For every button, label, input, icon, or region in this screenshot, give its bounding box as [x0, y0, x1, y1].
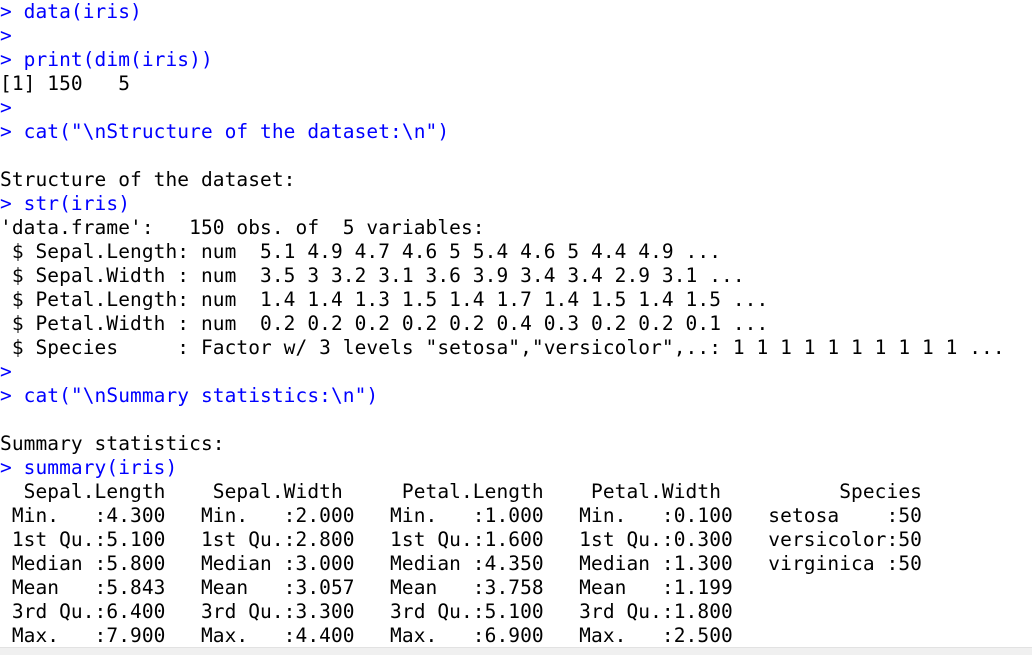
console-output-line: Structure of the dataset:	[0, 168, 1032, 192]
console-input-line: > summary(iris)	[0, 456, 1032, 480]
horizontal-scrollbar[interactable]	[0, 647, 1032, 655]
console-input-line: > print(dim(iris))	[0, 48, 1032, 72]
console-command: data(iris)	[23, 0, 142, 23]
console-output-text: [1] 150 5	[0, 72, 131, 95]
console-prompt: >	[0, 360, 12, 383]
console-output-line: [1] 150 5	[0, 72, 1032, 96]
console-output-line: $ Species : Factor w/ 3 levels "setosa",…	[0, 336, 1032, 360]
console-output-line: Median :5.800 Median :3.000 Median :4.35…	[0, 552, 1032, 576]
console-output-text: $ Species : Factor w/ 3 levels "setosa",…	[0, 336, 1005, 359]
console-prompt: >	[0, 96, 12, 119]
console-output-line: $ Petal.Length: num 1.4 1.4 1.3 1.5 1.4 …	[0, 288, 1032, 312]
console-output-line: Summary statistics:	[0, 432, 1032, 456]
console-output-line: Sepal.Length Sepal.Width Petal.Length Pe…	[0, 480, 1032, 504]
console-output-text: $ Sepal.Length: num 5.1 4.9 4.7 4.6 5 5.…	[0, 240, 722, 263]
console-output-text: $ Petal.Width : num 0.2 0.2 0.2 0.2 0.2 …	[0, 312, 769, 335]
console-prompt: >	[0, 384, 24, 407]
r-console[interactable]: > data(iris) > > print(dim(iris)) [1] 150 5…	[0, 0, 1032, 648]
console-output-text: Max. :7.900 Max. :4.400 Max. :6.900 Max.…	[0, 624, 946, 647]
console-output-text: Mean :5.843 Mean :3.057 Mean :3.758 Mean…	[0, 576, 946, 599]
console-output-text: Median :5.800 Median :3.000 Median :4.35…	[0, 552, 946, 575]
console-output-text: Summary statistics:	[0, 432, 225, 455]
console-input-line: > cat("\nSummary statistics:\n")	[0, 384, 1032, 408]
console-prompt: >	[0, 120, 24, 143]
console-output-line: 1st Qu.:5.100 1st Qu.:2.800 1st Qu.:1.60…	[0, 528, 1032, 552]
console-input-line: >	[0, 96, 1032, 120]
console-output-text: 'data.frame': 150 obs. of 5 variables:	[0, 216, 485, 239]
console-command: print(dim(iris))	[23, 48, 213, 71]
console-prompt: >	[0, 24, 12, 47]
console-input-line: > str(iris)	[0, 192, 1032, 216]
console-output-line: 3rd Qu.:6.400 3rd Qu.:3.300 3rd Qu.:5.10…	[0, 600, 1032, 624]
console-output-line: Max. :7.900 Max. :4.400 Max. :6.900 Max.…	[0, 624, 1032, 648]
console-output-line: $ Sepal.Length: num 5.1 4.9 4.7 4.6 5 5.…	[0, 240, 1032, 264]
console-output-line: $ Petal.Width : num 0.2 0.2 0.2 0.2 0.2 …	[0, 312, 1032, 336]
console-input-line: > data(iris)	[0, 0, 1032, 24]
console-output-line: 'data.frame': 150 obs. of 5 variables:	[0, 216, 1032, 240]
console-command: cat("\nSummary statistics:\n")	[23, 384, 379, 407]
console-input-line: >	[0, 360, 1032, 384]
console-prompt: >	[0, 0, 24, 23]
console-input-line: > cat("\nStructure of the dataset:\n")	[0, 120, 1032, 144]
console-output-text: Structure of the dataset:	[0, 168, 296, 191]
console-prompt: >	[0, 48, 24, 71]
console-output-line: Mean :5.843 Mean :3.057 Mean :3.758 Mean…	[0, 576, 1032, 600]
console-output-line: Min. :4.300 Min. :2.000 Min. :1.000 Min.…	[0, 504, 1032, 528]
console-command: summary(iris)	[23, 456, 178, 479]
console-output-text: Sepal.Length Sepal.Width Petal.Length Pe…	[0, 480, 946, 503]
console-prompt: >	[0, 192, 24, 215]
console-output-line: $ Sepal.Width : num 3.5 3 3.2 3.1 3.6 3.…	[0, 264, 1032, 288]
console-prompt: >	[0, 456, 24, 479]
console-input-line: >	[0, 24, 1032, 48]
console-output-text: 3rd Qu.:6.400 3rd Qu.:3.300 3rd Qu.:5.10…	[0, 600, 946, 623]
console-output-text: $ Sepal.Width : num 3.5 3 3.2 3.1 3.6 3.…	[0, 264, 745, 287]
console-output-text: Min. :4.300 Min. :2.000 Min. :1.000 Min.…	[0, 504, 946, 527]
console-command: cat("\nStructure of the dataset:\n")	[23, 120, 450, 143]
console-command: str(iris)	[23, 192, 131, 215]
console-output-text: 1st Qu.:5.100 1st Qu.:2.800 1st Qu.:1.60…	[0, 528, 946, 551]
console-output-text: $ Petal.Length: num 1.4 1.4 1.3 1.5 1.4 …	[0, 288, 769, 311]
